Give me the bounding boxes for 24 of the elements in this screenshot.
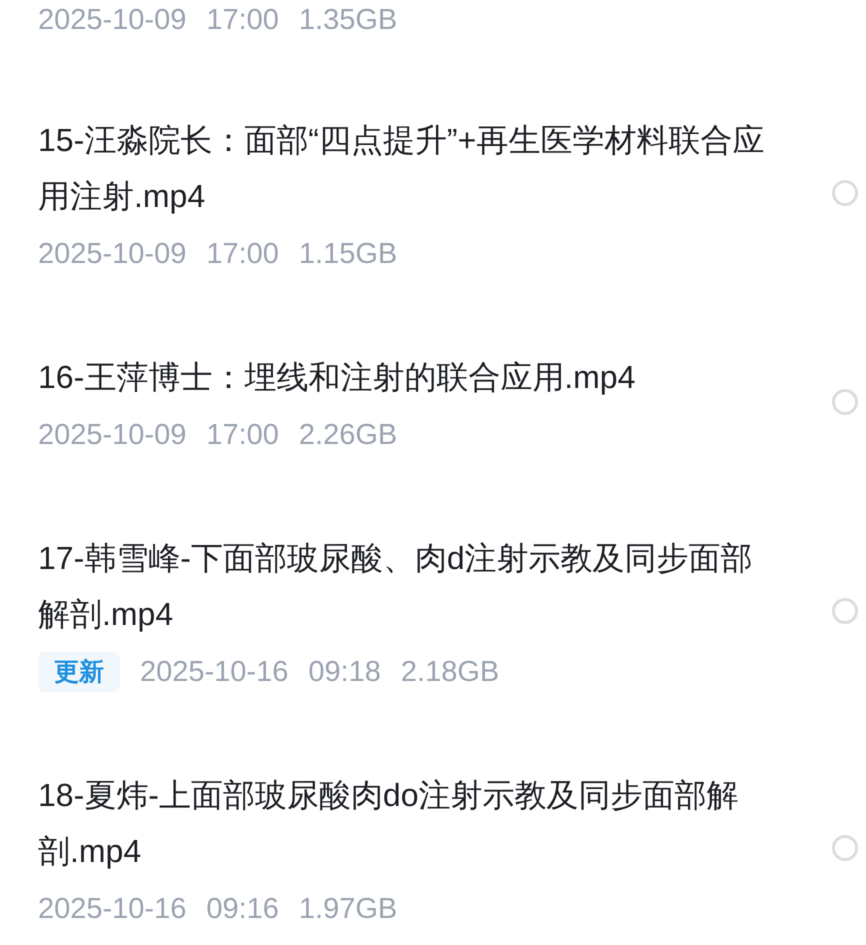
file-date: 2025-10-16: [38, 892, 186, 927]
file-time: 17:00: [206, 418, 279, 453]
file-date: 2025-10-09: [38, 418, 186, 453]
select-radio[interactable]: [832, 389, 858, 415]
file-size: 1.97GB: [298, 892, 398, 927]
file-size: 1.35GB: [298, 3, 398, 38]
file-time: 09:16: [206, 892, 279, 927]
file-name[interactable]: 15-汪淼院长：面部“四点提升”+再生医学材料联合应用注射.mp4: [38, 112, 768, 224]
file-date: 2025-10-16: [140, 655, 288, 690]
file-date: 2025-10-09: [38, 237, 186, 272]
update-badge: 更新: [38, 652, 120, 692]
file-name[interactable]: 17-韩雪峰-下面部玻尿酸、肉d注射示教及同步面部解剖.mp4: [38, 530, 768, 642]
select-radio[interactable]: [832, 180, 858, 206]
file-name[interactable]: 16-王萍博士：埋线和注射的联合应用.mp4: [38, 349, 768, 405]
file-name[interactable]: 18-夏炜-上面部玻尿酸肉do注射示教及同步面部解剖.mp4: [38, 767, 768, 879]
file-time: 17:00: [206, 3, 279, 38]
file-date: 2025-10-09: [38, 3, 186, 38]
file-size: 2.26GB: [298, 418, 398, 453]
file-time: 09:18: [308, 655, 381, 690]
file-size: 1.15GB: [298, 237, 398, 272]
select-radio[interactable]: [832, 835, 858, 861]
file-size: 2.18GB: [400, 655, 500, 690]
file-time: 17:00: [206, 237, 279, 272]
select-radio[interactable]: [832, 598, 858, 624]
